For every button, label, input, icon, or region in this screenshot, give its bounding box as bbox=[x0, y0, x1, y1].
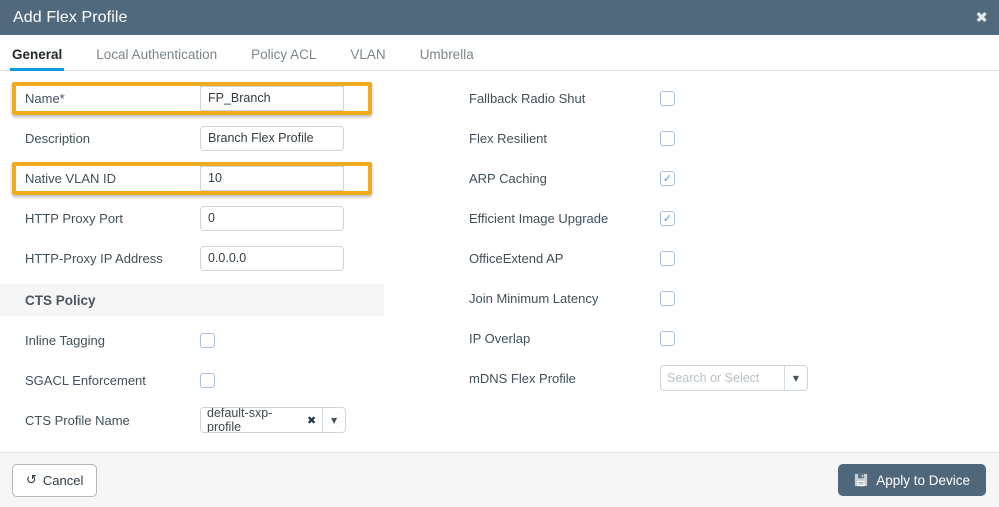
dialog-titlebar: Add Flex Profile ✖ bbox=[0, 0, 999, 35]
label-mdns-flex-profile: mDNS Flex Profile bbox=[469, 370, 576, 386]
close-icon[interactable]: ✖ bbox=[307, 414, 316, 427]
tab-local-authentication[interactable]: Local Authentication bbox=[96, 47, 217, 70]
mdns-flex-profile-select[interactable]: Search or Select ▼ bbox=[660, 365, 808, 391]
field-row-http-proxy-port: HTTP Proxy Port 0 bbox=[0, 198, 430, 238]
flex-resilient-checkbox[interactable]: ✓ bbox=[660, 130, 675, 146]
cancel-button[interactable]: ↺ Cancel bbox=[12, 463, 98, 497]
check-icon: ✓ bbox=[662, 171, 673, 185]
fallback-radio-shut-checkbox[interactable]: ✓ bbox=[660, 90, 675, 106]
field-row-join-minimum-latency: Join Minimum Latency ✓ bbox=[455, 278, 875, 318]
general-right-column: Fallback Radio Shut ✓ Flex Resilient ✓ A… bbox=[455, 78, 875, 398]
field-row-fallback-radio-shut: Fallback Radio Shut ✓ bbox=[455, 78, 875, 118]
tab-vlan[interactable]: VLAN bbox=[350, 47, 385, 70]
dialog-body: Name* FP_Branch Description Branch Flex … bbox=[0, 71, 999, 462]
label-flex-resilient: Flex Resilient bbox=[469, 130, 548, 146]
field-row-cts-profile-name: CTS Profile Name default-sxp-profile ✖ ▼ bbox=[0, 400, 430, 440]
label-officeextend-ap: OfficeExtend AP bbox=[469, 250, 564, 266]
field-row-description: Description Branch Flex Profile bbox=[0, 118, 430, 158]
cts-profile-name-tag: default-sxp-profile ✖ bbox=[201, 408, 322, 432]
label-inline-tagging: Inline Tagging bbox=[25, 332, 105, 348]
cts-profile-name-value: default-sxp-profile bbox=[207, 407, 273, 433]
mdns-flex-profile-placeholder: Search or Select bbox=[667, 371, 760, 385]
label-join-minimum-latency: Join Minimum Latency bbox=[469, 290, 599, 306]
officeextend-ap-checkbox[interactable]: ✓ bbox=[660, 250, 675, 266]
field-row-officeextend-ap: OfficeExtend AP ✓ bbox=[455, 238, 875, 278]
tab-policy-acl[interactable]: Policy ACL bbox=[251, 47, 316, 70]
arp-caching-checkbox[interactable]: ✓ bbox=[660, 170, 675, 186]
label-sgacl-enforcement: SGACL Enforcement bbox=[25, 372, 146, 388]
apply-to-device-button[interactable]: Apply to Device bbox=[838, 464, 986, 496]
label-http-proxy-ip-address: HTTP-Proxy IP Address bbox=[25, 250, 163, 266]
label-name: Name* bbox=[25, 90, 65, 106]
label-cts-profile-name: CTS Profile Name bbox=[25, 412, 130, 428]
check-icon: ✓ bbox=[662, 211, 673, 225]
chevron-down-icon[interactable]: ▼ bbox=[322, 408, 345, 432]
close-icon[interactable]: ✖ bbox=[975, 10, 988, 25]
inline-tagging-checkbox[interactable]: ✓ bbox=[200, 332, 215, 348]
join-minimum-latency-checkbox[interactable]: ✓ bbox=[660, 290, 675, 306]
chevron-down-icon[interactable]: ▼ bbox=[784, 366, 807, 390]
apply-to-device-label: Apply to Device bbox=[876, 472, 970, 488]
sgacl-enforcement-checkbox[interactable]: ✓ bbox=[200, 372, 215, 388]
label-ip-overlap: IP Overlap bbox=[469, 330, 531, 346]
cts-policy-section-header: CTS Policy bbox=[0, 284, 384, 316]
label-native-vlan-id: Native VLAN ID bbox=[25, 170, 117, 186]
field-row-ip-overlap: IP Overlap ✓ bbox=[455, 318, 875, 358]
field-row-name: Name* FP_Branch bbox=[0, 78, 430, 118]
description-input[interactable]: Branch Flex Profile bbox=[200, 125, 344, 151]
cancel-button-label: Cancel bbox=[42, 472, 84, 488]
label-efficient-image-upgrade: Efficient Image Upgrade bbox=[469, 210, 609, 226]
undo-icon: ↺ bbox=[26, 472, 37, 488]
efficient-image-upgrade-checkbox[interactable]: ✓ bbox=[660, 210, 675, 226]
http-proxy-ip-address-input[interactable]: 0.0.0.0 bbox=[200, 245, 344, 271]
label-description: Description bbox=[25, 130, 91, 146]
tab-bar: General Local Authentication Policy ACL … bbox=[0, 35, 999, 71]
field-row-http-proxy-ip-address: HTTP-Proxy IP Address 0.0.0.0 bbox=[0, 238, 430, 278]
name-input[interactable]: FP_Branch bbox=[200, 85, 344, 111]
label-http-proxy-port: HTTP Proxy Port bbox=[25, 210, 124, 226]
dialog-footer: ↺ Cancel Apply to Device bbox=[0, 452, 999, 507]
cts-profile-name-select[interactable]: default-sxp-profile ✖ ▼ bbox=[200, 407, 346, 433]
field-row-native-vlan-id: Native VLAN ID 10 bbox=[0, 158, 430, 198]
native-vlan-id-input[interactable]: 10 bbox=[200, 165, 344, 191]
cts-policy-title: CTS Policy bbox=[25, 292, 96, 308]
label-fallback-radio-shut: Fallback Radio Shut bbox=[469, 90, 586, 106]
field-row-arp-caching: ARP Caching ✓ bbox=[455, 158, 875, 198]
field-row-efficient-image-upgrade: Efficient Image Upgrade ✓ bbox=[455, 198, 875, 238]
page-title: Add Flex Profile bbox=[13, 8, 128, 26]
save-icon bbox=[854, 473, 868, 487]
field-row-sgacl-enforcement: SGACL Enforcement ✓ bbox=[0, 360, 430, 400]
field-row-inline-tagging: Inline Tagging ✓ bbox=[0, 320, 430, 360]
tab-general[interactable]: General bbox=[9, 47, 65, 71]
tab-umbrella[interactable]: Umbrella bbox=[420, 47, 474, 70]
general-left-column: Name* FP_Branch Description Branch Flex … bbox=[0, 78, 430, 440]
http-proxy-port-input[interactable]: 0 bbox=[200, 205, 344, 231]
ip-overlap-checkbox[interactable]: ✓ bbox=[660, 330, 675, 346]
label-arp-caching: ARP Caching bbox=[469, 170, 547, 186]
field-row-flex-resilient: Flex Resilient ✓ bbox=[455, 118, 875, 158]
field-row-mdns-flex-profile: mDNS Flex Profile Search or Select ▼ bbox=[455, 358, 875, 398]
